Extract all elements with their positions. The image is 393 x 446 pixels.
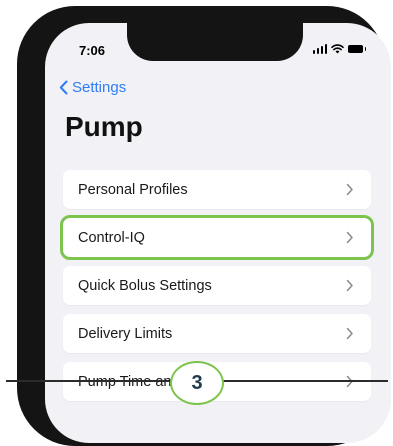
status-icons	[312, 44, 366, 54]
chevron-right-icon	[346, 231, 353, 244]
cellular-signal-icon	[312, 44, 327, 54]
chevron-right-icon	[346, 183, 353, 196]
callout-line-right	[222, 380, 388, 382]
back-button-label: Settings	[72, 79, 127, 96]
menu-item-label: Quick Bolus Settings	[78, 277, 212, 294]
chevron-right-icon	[346, 279, 353, 292]
battery-icon	[348, 45, 366, 53]
callout-line-left	[6, 380, 172, 382]
page-title: Pump	[65, 111, 143, 142]
back-button[interactable]: Settings	[59, 79, 126, 96]
menu-item-personal-profiles[interactable]: Personal Profiles	[63, 170, 371, 209]
menu-item-quick-bolus-settings[interactable]: Quick Bolus Settings	[63, 266, 371, 305]
menu-item-control-iq[interactable]: Control-IQ	[60, 215, 374, 260]
status-time: 7:06	[79, 43, 106, 58]
menu-item-delivery-limits[interactable]: Delivery Limits	[63, 314, 371, 353]
step-number-badge: 3	[170, 361, 224, 405]
menu-item-label: Personal Profiles	[78, 181, 188, 198]
wifi-icon	[331, 44, 344, 54]
chevron-left-icon	[59, 80, 68, 95]
menu-item-label: Delivery Limits	[78, 325, 173, 342]
menu-item-label: Control-IQ	[78, 229, 145, 246]
chevron-right-icon	[346, 327, 353, 340]
phone-notch	[127, 23, 303, 61]
